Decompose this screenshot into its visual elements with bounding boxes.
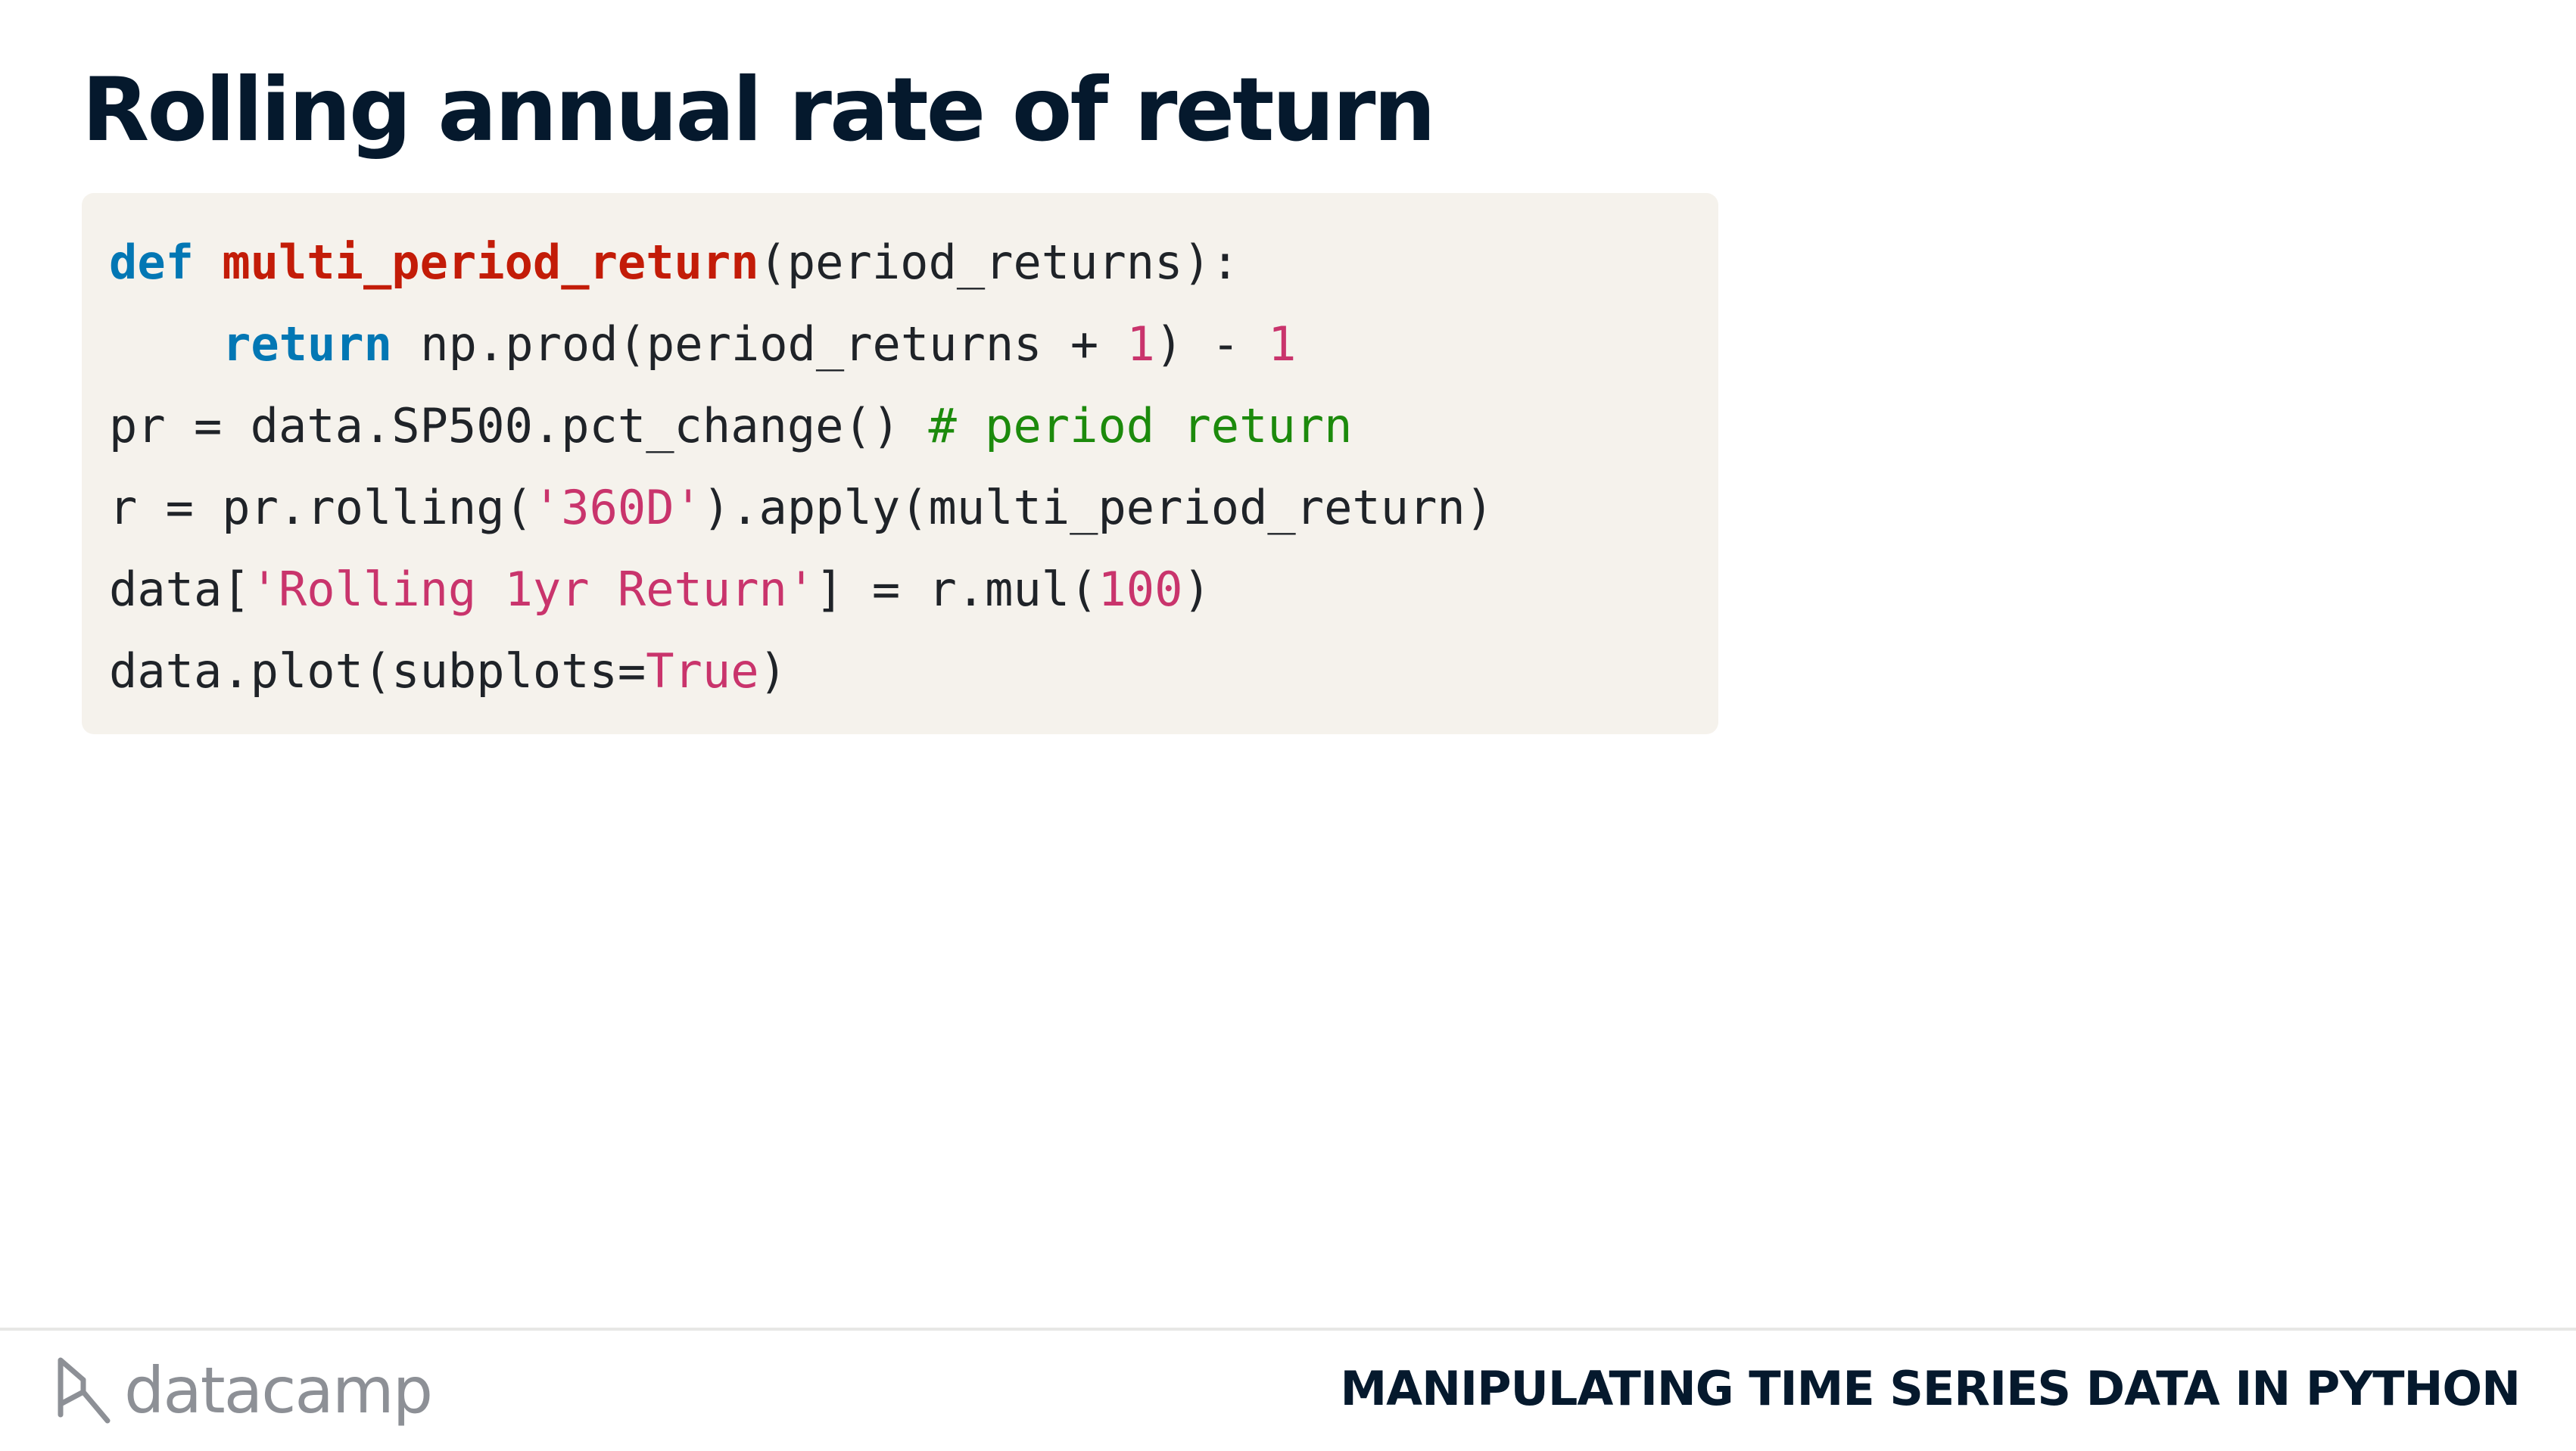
code-text: r = pr.rolling( — [109, 480, 533, 535]
logo-wordmark: datacamp — [124, 1353, 433, 1428]
footer-divider — [0, 1328, 2576, 1331]
course-title: MANIPULATING TIME SERIES DATA IN PYTHON — [1340, 1361, 2521, 1416]
code-text: ).apply(multi_period_return) — [702, 480, 1494, 535]
code-line-5: data['Rolling 1yr Return'] = r.mul(100) — [109, 549, 1718, 631]
code-block: def multi_period_return(period_returns):… — [82, 193, 1718, 734]
code-keyword: def — [109, 235, 194, 290]
code-function-name: multi_period_return — [222, 235, 759, 290]
code-text: np.prod(period_returns + — [391, 316, 1127, 372]
code-keyword-constant: True — [646, 643, 759, 699]
code-text: ) — [758, 643, 787, 699]
code-text: data.plot(subplots= — [109, 643, 646, 699]
code-line-2: return np.prod(period_returns + 1) - 1 — [109, 304, 1718, 385]
slide-title: Rolling annual rate of return — [82, 59, 1436, 161]
code-comment: # period return — [928, 398, 1353, 453]
code-text: (period_returns): — [758, 235, 1240, 290]
code-text: pr = data.SP500.pct_change() — [109, 398, 929, 453]
code-text: ) — [1182, 562, 1211, 617]
code-number: 100 — [1098, 562, 1183, 617]
code-text: ] = r.mul( — [815, 562, 1098, 617]
code-string: 'Rolling 1yr Return' — [250, 562, 816, 617]
code-string: '360D' — [532, 480, 702, 535]
code-text: ) - — [1154, 316, 1269, 372]
code-number: 1 — [1268, 316, 1297, 372]
code-number: 1 — [1126, 316, 1155, 372]
code-line-1: def multi_period_return(period_returns): — [109, 222, 1718, 304]
code-line-3: pr = data.SP500.pct_change() # period re… — [109, 385, 1718, 467]
code-line-6: data.plot(subplots=True) — [109, 631, 1718, 712]
code-line-4: r = pr.rolling('360D').apply(multi_perio… — [109, 467, 1718, 549]
code-keyword: return — [223, 316, 392, 372]
code-text: data[ — [109, 562, 251, 617]
datacamp-logo: datacamp — [53, 1349, 433, 1432]
datacamp-logo-icon — [58, 1357, 111, 1424]
